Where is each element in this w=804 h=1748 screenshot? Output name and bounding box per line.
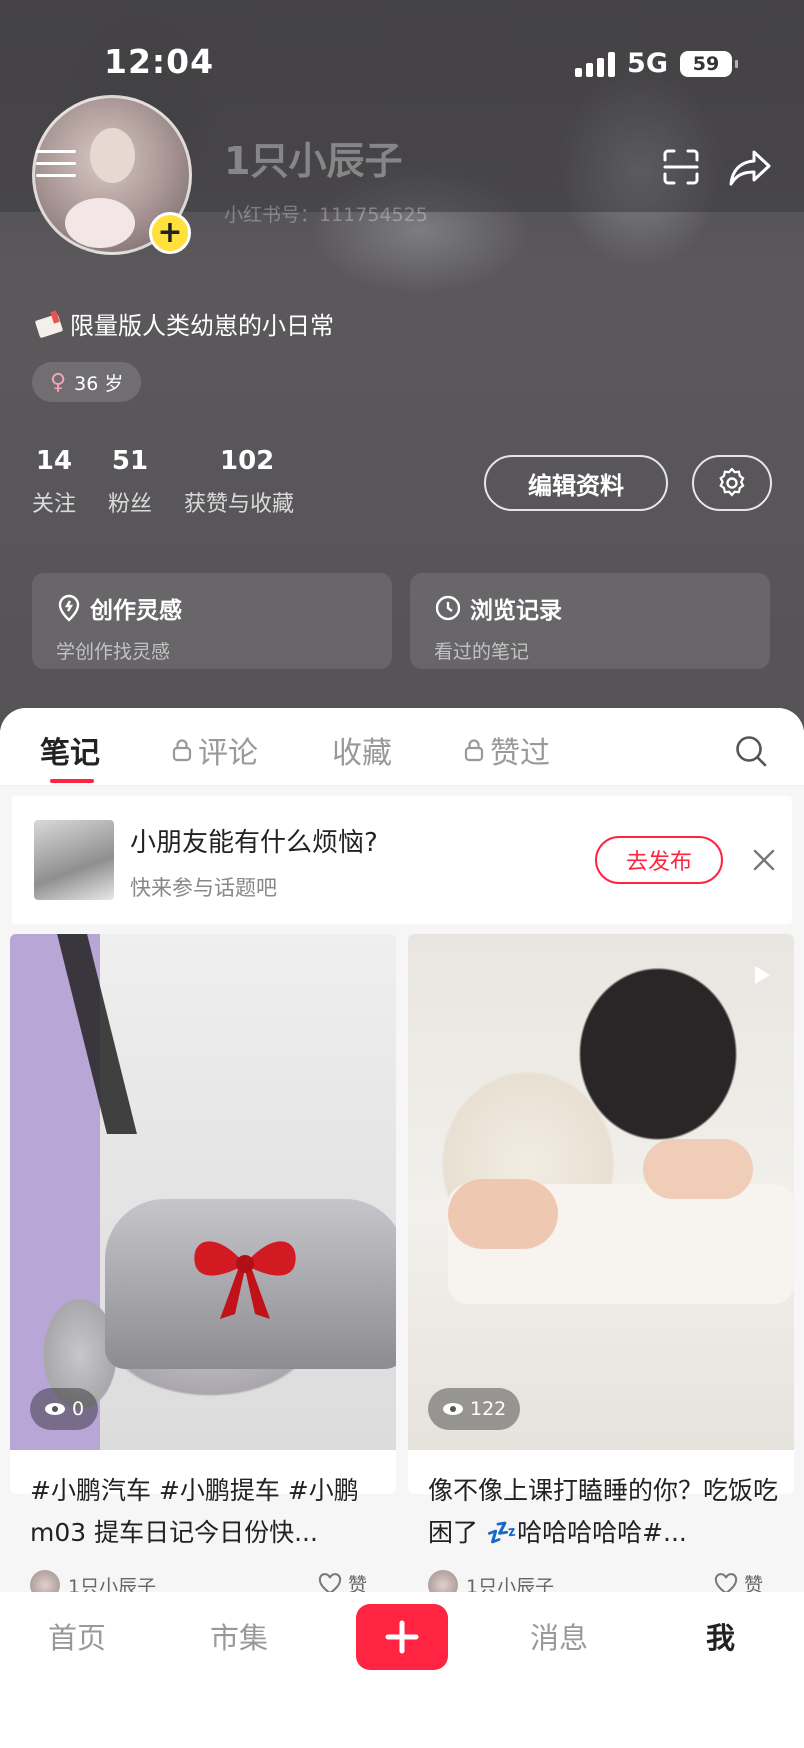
tab-notes[interactable]: 笔记 (40, 728, 100, 772)
notebook-icon (35, 309, 63, 338)
nav-messages[interactable]: 消息 (530, 1615, 588, 1657)
topic-thumbnail (34, 820, 114, 900)
view-count-badge: 0 (30, 1388, 99, 1430)
note-cover-image (408, 934, 794, 1450)
profile-bio: 限量版人类幼崽的小日常 (34, 306, 334, 341)
tab-liked-label: 赞过 (490, 736, 550, 771)
stat-followers[interactable]: 51 粉丝 (108, 446, 152, 518)
gift-bow (194, 1241, 296, 1319)
edit-profile-button[interactable]: 编辑资料 (484, 455, 668, 511)
status-indicators: 5G 59 (575, 48, 738, 79)
menu-icon[interactable] (36, 150, 76, 182)
note-card[interactable]: 122 (408, 934, 794, 1494)
plus-icon (385, 1620, 419, 1654)
view-count: 122 (470, 1398, 507, 1420)
tab-comments[interactable]: 评论 (172, 728, 258, 772)
browse-history-card[interactable]: 浏览记录 看过的笔记 (410, 573, 770, 669)
stat-likes-collects[interactable]: 102 获赞与收藏 (184, 446, 294, 518)
age-badge: ♀ 36 岁 (32, 362, 142, 402)
note-title[interactable]: #小鹏汽车 #小鹏提车 #小鹏m03 提车日记今日份快... (30, 1470, 380, 1554)
topic-subtitle: 快来参与话题吧 (130, 876, 277, 900)
battery-icon: 59 (680, 50, 738, 77)
eye-icon (443, 1403, 463, 1415)
share-icon[interactable] (728, 148, 772, 188)
topic-prompt-card[interactable]: 小朋友能有什么烦恼? 快来参与话题吧 去发布 (12, 796, 792, 924)
topic-publish-button[interactable]: 去发布 (595, 836, 723, 884)
stat-following[interactable]: 14 关注 (32, 446, 76, 518)
note-cover-image (10, 934, 396, 1450)
battery-level: 59 (692, 52, 720, 75)
lock-icon (172, 739, 192, 762)
stat-followers-label: 粉丝 (108, 492, 153, 517)
stat-followers-value: 51 (111, 446, 149, 476)
note-title[interactable]: 像不像上课打瞌睡的你？吃饭吃困了 💤哈哈哈哈哈#... (428, 1470, 778, 1554)
search-icon[interactable] (734, 734, 768, 768)
tab-comments-label: 评论 (198, 736, 258, 771)
profile-tabs (0, 708, 804, 786)
topic-title: 小朋友能有什么烦恼? (130, 828, 378, 858)
active-tab-indicator (50, 779, 94, 783)
video-play-icon (755, 966, 770, 984)
nav-me[interactable]: 我 (706, 1615, 735, 1657)
view-count: 0 (72, 1398, 85, 1420)
tab-collections[interactable]: 收藏 (332, 728, 392, 772)
stat-likes-label: 获赞与收藏 (184, 492, 295, 517)
avatar-add-button[interactable]: + (149, 212, 191, 254)
signal-icon (575, 51, 616, 77)
create-post-button[interactable] (356, 1604, 448, 1670)
scan-icon[interactable] (662, 148, 700, 186)
stat-following-label: 关注 (32, 492, 77, 517)
stat-following-value: 14 (35, 446, 73, 476)
creation-inspiration-card[interactable]: 创作灵感 学创作找灵感 (32, 573, 392, 669)
profile-nickname: 1只小辰子 (224, 139, 403, 183)
status-time: 12:04 (104, 42, 215, 81)
creation-inspiration-subtitle: 学创作找灵感 (56, 641, 171, 663)
creation-inspiration-title: 创作灵感 (90, 598, 182, 624)
network-type: 5G (627, 48, 668, 79)
profile-bio-text: 限量版人类幼崽的小日常 (70, 312, 334, 340)
view-count-badge: 122 (428, 1388, 521, 1430)
close-icon[interactable] (752, 848, 776, 872)
stat-likes-value: 102 (220, 446, 275, 476)
gear-icon (719, 468, 745, 497)
age-text: 36 岁 (74, 372, 124, 395)
nav-market[interactable]: 市集 (210, 1615, 268, 1657)
tab-notes-label: 笔记 (40, 736, 100, 771)
profile-red-id[interactable]: 小红书号：111754525 (224, 200, 428, 227)
browse-history-title: 浏览记录 (470, 598, 562, 624)
eye-icon (45, 1403, 65, 1415)
settings-button[interactable] (692, 455, 772, 511)
lightbulb-pin-icon (58, 594, 80, 622)
nav-home[interactable]: 首页 (48, 1615, 106, 1657)
tab-liked[interactable]: 赞过 (464, 728, 550, 772)
note-card[interactable]: 0 (10, 934, 396, 1494)
browse-history-subtitle: 看过的笔记 (434, 641, 530, 663)
female-icon: ♀ (50, 369, 67, 395)
clock-icon (435, 595, 461, 621)
tab-collections-label: 收藏 (332, 736, 392, 771)
lock-icon (464, 739, 484, 762)
